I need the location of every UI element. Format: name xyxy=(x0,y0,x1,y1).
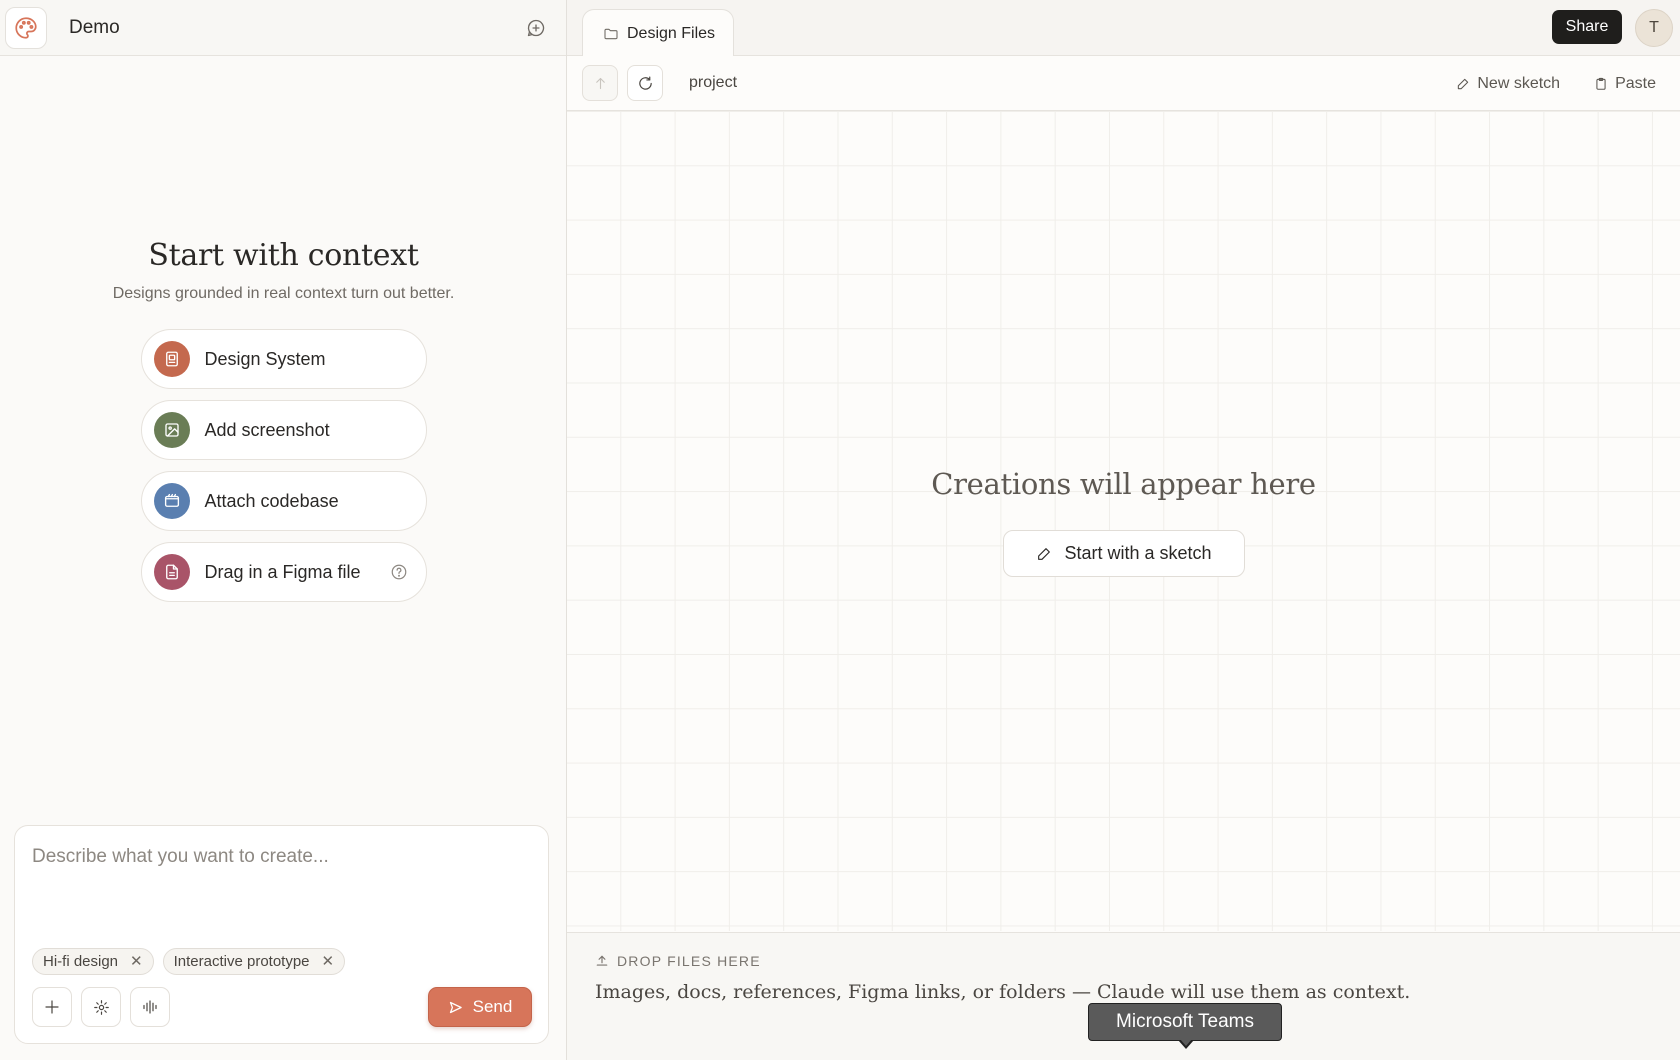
project-name[interactable]: Demo xyxy=(69,17,120,39)
tooltip-arrow-inner xyxy=(1180,1039,1192,1046)
canvas-grid[interactable]: Creations will appear here Start with a … xyxy=(567,111,1680,931)
tab-design-files[interactable]: Design Files xyxy=(582,9,734,57)
folder-icon xyxy=(604,28,618,39)
tab-label: Design Files xyxy=(627,24,716,42)
image-icon xyxy=(153,412,190,448)
book-icon xyxy=(153,341,190,377)
drop-description: Images, docs, references, Figma links, o… xyxy=(595,981,1411,1003)
refresh-icon xyxy=(638,76,652,90)
new-sketch-label: New sketch xyxy=(1477,74,1561,92)
paste-label: Paste xyxy=(1615,74,1656,92)
chip-label: Interactive prototype xyxy=(173,953,310,970)
upload-icon xyxy=(596,955,608,966)
plus-icon xyxy=(45,1000,59,1014)
option-label: Add screenshot xyxy=(204,419,330,440)
file-icon xyxy=(153,554,190,590)
context-subtitle: Designs grounded in real context turn ou… xyxy=(112,285,455,302)
start-sketch-label: Start with a sketch xyxy=(1064,543,1212,563)
clipboard-icon xyxy=(1596,77,1606,90)
up-button[interactable] xyxy=(582,65,618,101)
files-panel: Design Files Share T project New sketch … xyxy=(567,0,1680,1060)
chip-hi-fi-design[interactable]: Hi-fi design ✕ xyxy=(32,948,154,975)
drop-title-text: DROP FILES HERE xyxy=(617,953,761,969)
paste-button[interactable]: Paste xyxy=(1594,75,1656,93)
avatar[interactable]: T xyxy=(1635,9,1673,47)
send-icon xyxy=(449,1001,462,1013)
close-icon[interactable]: ✕ xyxy=(322,954,335,969)
settings-button[interactable] xyxy=(81,987,121,1027)
help-icon[interactable] xyxy=(390,563,408,581)
pencil-icon xyxy=(1458,78,1469,89)
chip-label: Hi-fi design xyxy=(43,953,119,970)
figma-file-option[interactable]: Drag in a Figma file xyxy=(140,542,427,602)
empty-state-title: Creations will appear here xyxy=(931,467,1316,501)
send-label: Send xyxy=(472,997,513,1016)
voice-button[interactable] xyxy=(130,987,170,1027)
add-button[interactable] xyxy=(32,987,72,1027)
new-sketch-button[interactable]: New sketch xyxy=(1456,75,1560,93)
chip-interactive-prototype[interactable]: Interactive prototype ✕ xyxy=(162,948,346,975)
chat-panel: Demo Start with context Designs grounded… xyxy=(0,0,567,1060)
gear-icon xyxy=(93,999,109,1015)
composer: Hi-fi design ✕ Interactive prototype ✕ xyxy=(14,825,549,1044)
code-folder-icon xyxy=(153,483,190,519)
start-sketch-button[interactable]: Start with a sketch xyxy=(1003,530,1245,577)
toolbar-actions: New sketch Paste xyxy=(1456,56,1656,111)
option-label: Design System xyxy=(204,348,326,369)
composer-tools xyxy=(32,987,170,1027)
file-toolbar: project New sketch Paste xyxy=(567,56,1680,111)
context-section: Start with context Designs grounded in r… xyxy=(0,238,567,602)
taskbar-tooltip: Microsoft Teams xyxy=(1088,1003,1282,1041)
context-options: Design System Add screenshot Attach code… xyxy=(140,329,427,602)
context-title: Start with context xyxy=(148,238,419,273)
arrow-up-icon xyxy=(595,77,605,89)
send-button[interactable]: Send xyxy=(428,987,532,1027)
palette-icon[interactable] xyxy=(5,6,47,49)
share-button[interactable]: Share xyxy=(1552,10,1622,44)
chip-list: Hi-fi design ✕ Interactive prototype ✕ xyxy=(32,948,346,975)
app-window: Demo Start with context Designs grounded… xyxy=(0,0,1680,1060)
tab-bar: Design Files Share T xyxy=(567,0,1680,57)
waveform-icon xyxy=(143,1000,157,1014)
chat-header: Demo xyxy=(0,0,566,56)
new-chat-icon[interactable] xyxy=(520,12,552,44)
close-icon[interactable]: ✕ xyxy=(130,954,143,969)
pencil-icon xyxy=(1038,547,1051,560)
add-screenshot-option[interactable]: Add screenshot xyxy=(140,400,427,460)
prompt-input[interactable] xyxy=(32,846,532,868)
option-label: Drag in a Figma file xyxy=(204,561,361,582)
attach-codebase-option[interactable]: Attach codebase xyxy=(140,471,427,531)
design-system-option[interactable]: Design System xyxy=(140,329,427,389)
refresh-button[interactable] xyxy=(627,65,663,101)
drop-title: DROP FILES HERE xyxy=(595,953,1652,969)
option-label: Attach codebase xyxy=(204,490,339,511)
breadcrumb[interactable]: project xyxy=(689,74,737,92)
